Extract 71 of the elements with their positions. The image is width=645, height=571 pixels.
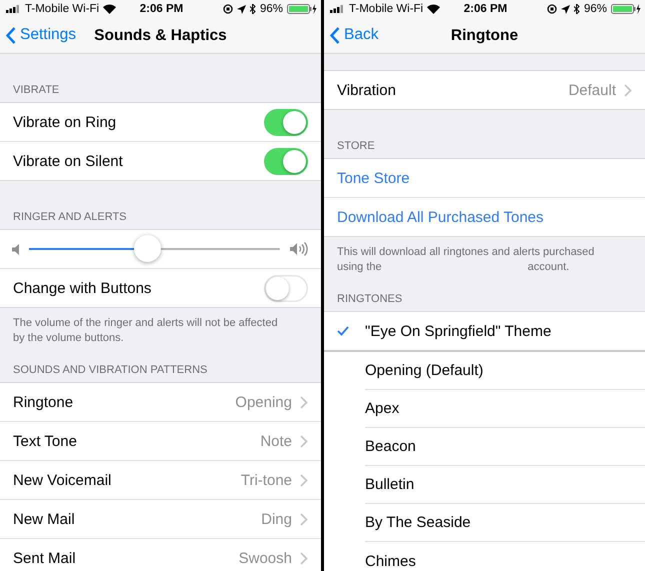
nav-title: Ringtone <box>450 26 518 44</box>
section-header: VIBRATE <box>13 84 60 96</box>
battery-charging-icon <box>611 4 641 14</box>
back-button[interactable]: Back <box>330 26 378 44</box>
setting-value: Default <box>568 82 616 98</box>
toggle-switch[interactable] <box>264 108 308 136</box>
chevron-icon <box>624 84 632 96</box>
section-footer-text: account. <box>528 260 570 275</box>
toggle-switch[interactable] <box>264 148 308 174</box>
setting-label[interactable]: Sent Mail <box>13 550 239 566</box>
battery-charging-icon <box>287 4 317 14</box>
setting-label[interactable]: Ringtone <box>13 394 236 410</box>
setting-label: Vibrate on Silent <box>13 152 124 170</box>
setting-value: Note <box>260 432 292 450</box>
ringtone-name: Opening (Default) <box>365 362 484 379</box>
carrier-name: T-Mobile Wi-Fi <box>25 3 100 15</box>
store-link[interactable]: Tone Store <box>337 170 632 186</box>
section-footer-text: This will download all ringtones and alerts purchased <box>337 245 594 260</box>
bluetooth-icon <box>574 4 580 14</box>
setting-label[interactable]: New Voicemail <box>13 472 241 488</box>
battery-percent: 96% <box>584 3 607 15</box>
checkmark-icon <box>337 326 349 336</box>
setting-value: Swoosh <box>238 550 292 566</box>
rotation-lock-icon <box>222 4 233 14</box>
setting-value: Tri-tone <box>240 472 292 488</box>
location-icon <box>236 4 246 14</box>
volume-slider[interactable] <box>29 235 280 263</box>
chevron-icon <box>300 552 308 564</box>
chevron-icon <box>300 474 308 486</box>
section-header: RINGTONES <box>337 293 402 305</box>
store-link[interactable]: Download All Purchased Tones <box>337 208 632 226</box>
back-button[interactable]: Settings <box>6 26 76 44</box>
wifi-icon <box>103 4 116 14</box>
signal-icon <box>330 5 345 13</box>
speaker-high-icon <box>290 242 308 256</box>
chevron-icon <box>300 434 308 448</box>
chevron-icon <box>300 396 308 408</box>
speaker-low-icon <box>12 244 19 254</box>
ringtone-name: Beacon <box>365 438 417 455</box>
setting-value: Opening <box>235 394 292 410</box>
setting-label[interactable]: Text Tone <box>13 432 260 450</box>
bluetooth-icon <box>250 4 256 14</box>
ringtone-name: By The Seaside <box>365 514 472 531</box>
setting-label: Vibrate on Ring <box>13 114 118 130</box>
status-time: 2:06 PM <box>140 3 184 15</box>
ringtone-name: Apex <box>365 400 400 417</box>
chevron-icon <box>300 512 308 526</box>
carrier-name: T-Mobile Wi-Fi <box>349 3 424 15</box>
section-header: STORE <box>337 140 375 152</box>
wifi-icon <box>427 4 440 14</box>
ringtone-name: Bulletin <box>365 476 416 493</box>
section-header: SOUNDS AND VIBRATION PATTERNS <box>13 364 208 376</box>
battery-percent: 96% <box>260 3 283 15</box>
ringtone-name: Chimes <box>365 552 417 570</box>
setting-label: Change with Buttons <box>13 280 152 296</box>
signal-icon <box>6 5 21 13</box>
setting-label[interactable]: New Mail <box>13 510 262 528</box>
section-footer-text: The volume of the ringer and alerts will not be affected by the volume buttons. <box>13 316 279 346</box>
setting-value: Ding <box>261 510 292 528</box>
setting-label[interactable]: Vibration <box>337 82 568 98</box>
location-icon <box>560 4 570 14</box>
ringtone-name: "Eye On Springfield" Theme <box>365 322 552 340</box>
back-chevron-icon <box>6 26 16 44</box>
nav-title: Sounds & Haptics <box>94 26 227 44</box>
section-header: RINGER AND ALERTS <box>13 211 126 223</box>
rotation-lock-icon <box>546 4 557 14</box>
section-footer-text: using the <box>337 260 382 275</box>
status-time: 2:06 PM <box>464 3 508 15</box>
back-chevron-icon <box>330 26 340 44</box>
slider-thumb[interactable] <box>134 235 161 262</box>
toggle-switch[interactable] <box>264 274 308 302</box>
